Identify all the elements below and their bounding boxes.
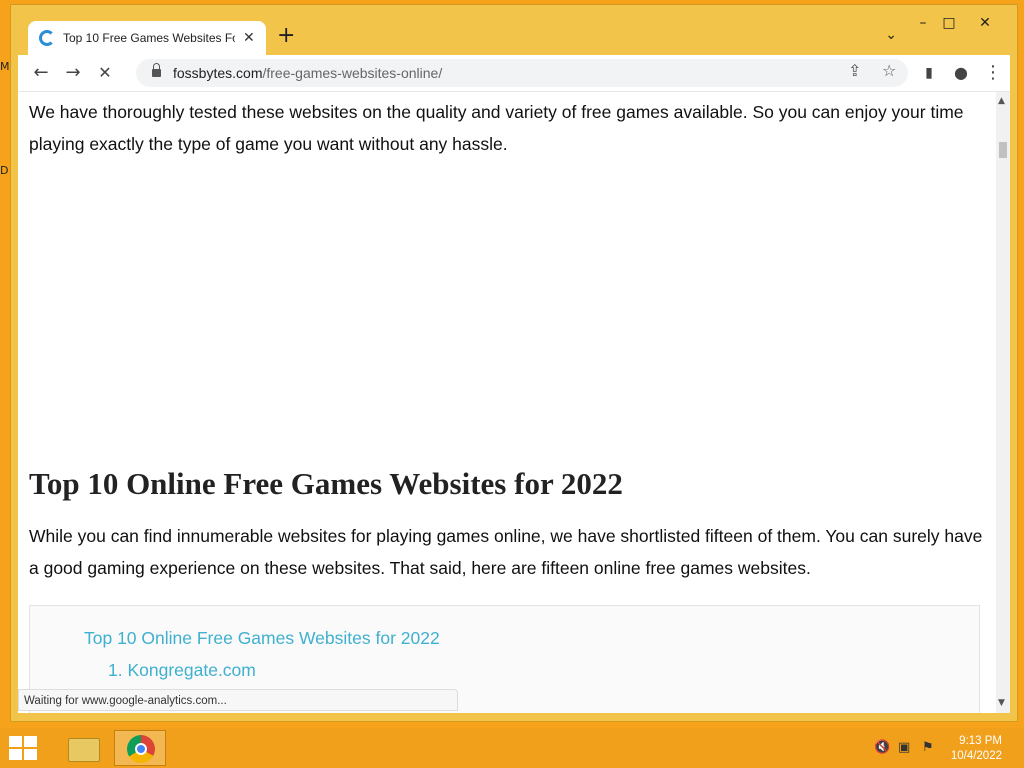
close-window-button[interactable]: ✕ — [971, 13, 999, 33]
browser-menu-button[interactable]: ⋮ — [980, 61, 1006, 85]
scroll-up-icon[interactable]: ▲ — [998, 96, 1005, 106]
side-panel-button[interactable]: ▮ — [916, 61, 942, 85]
forward-button[interactable]: → — [60, 61, 86, 85]
address-bar[interactable]: fossbytes.com/free-games-websites-online… — [136, 59, 908, 87]
windows-logo-icon-part — [9, 749, 22, 760]
intro-paragraph: We have thoroughly tested these websites… — [29, 102, 964, 154]
vertical-scrollbar[interactable]: ▲ ▼ — [996, 92, 1010, 713]
maximize-button[interactable]: □ — [935, 13, 963, 33]
folder-icon — [68, 738, 100, 762]
status-bar: Waiting for www.google-analytics.com... — [18, 689, 458, 711]
action-center-flag-icon[interactable]: ⚑ — [922, 740, 934, 755]
browser-toolbar: ← → ✕ fossbytes.com/free-games-websites-… — [18, 55, 1010, 92]
windows-logo-icon-part — [24, 749, 37, 760]
tab-title: Top 10 Free Games Websites For — [63, 31, 235, 45]
desktop-edge-label-d: D — [0, 164, 9, 177]
page-content: We have thoroughly tested these websites… — [18, 92, 996, 713]
clock-date: 10/4/2022 — [950, 750, 1002, 762]
profile-avatar-button[interactable]: ● — [948, 61, 974, 85]
body-paragraph: While you can find innumerable websites … — [29, 526, 983, 578]
url-path: /free-games-websites-online/ — [262, 65, 443, 81]
fossbytes-favicon-icon — [39, 30, 55, 46]
system-clock[interactable]: 9:13 PM 10/4/2022 — [951, 734, 1002, 764]
chrome-icon — [127, 735, 155, 763]
scroll-thumb[interactable] — [999, 142, 1007, 158]
article-heading: Top 10 Online Free Games Websites for 20… — [29, 466, 623, 501]
new-tab-button[interactable]: + — [277, 25, 295, 47]
network-icon[interactable]: ▣ — [898, 740, 910, 755]
lock-icon — [152, 63, 161, 77]
url-text[interactable]: fossbytes.com/free-games-websites-online… — [173, 65, 442, 81]
url-domain: fossbytes.com — [173, 65, 263, 81]
taskbar: 🔇 ▣ ⚑ 9:13 PM 10/4/2022 — [0, 728, 1024, 768]
tab-search-dropdown-button[interactable]: ⌄ — [885, 27, 897, 43]
chrome-taskbar-button[interactable] — [114, 730, 166, 766]
browser-window: – □ ✕ Top 10 Free Games Websites For ✕ +… — [10, 4, 1018, 722]
tab-close-icon[interactable]: ✕ — [243, 30, 255, 46]
stop-loading-button[interactable]: ✕ — [92, 61, 118, 85]
desktop-edge-label-m: M — [0, 60, 10, 73]
toc-item-kongregate[interactable]: 1. Kongregate.com — [108, 660, 256, 681]
toc-title-link[interactable]: Top 10 Online Free Games Websites for 20… — [84, 628, 440, 649]
windows-logo-icon — [9, 736, 22, 747]
active-tab[interactable]: Top 10 Free Games Websites For ✕ — [28, 21, 266, 55]
start-button[interactable] — [9, 736, 39, 760]
clock-time: 9:13 PM — [959, 735, 1002, 747]
file-explorer-taskbar-button[interactable] — [54, 730, 106, 766]
windows-logo-icon-part — [24, 736, 37, 747]
minimize-button[interactable]: – — [909, 13, 937, 33]
scroll-down-icon[interactable]: ▼ — [998, 698, 1005, 708]
back-button[interactable]: ← — [28, 61, 54, 85]
share-icon[interactable]: ⇪ — [848, 61, 861, 80]
bookmark-star-icon[interactable]: ☆ — [882, 61, 896, 80]
volume-muted-icon[interactable]: 🔇 — [874, 740, 890, 755]
